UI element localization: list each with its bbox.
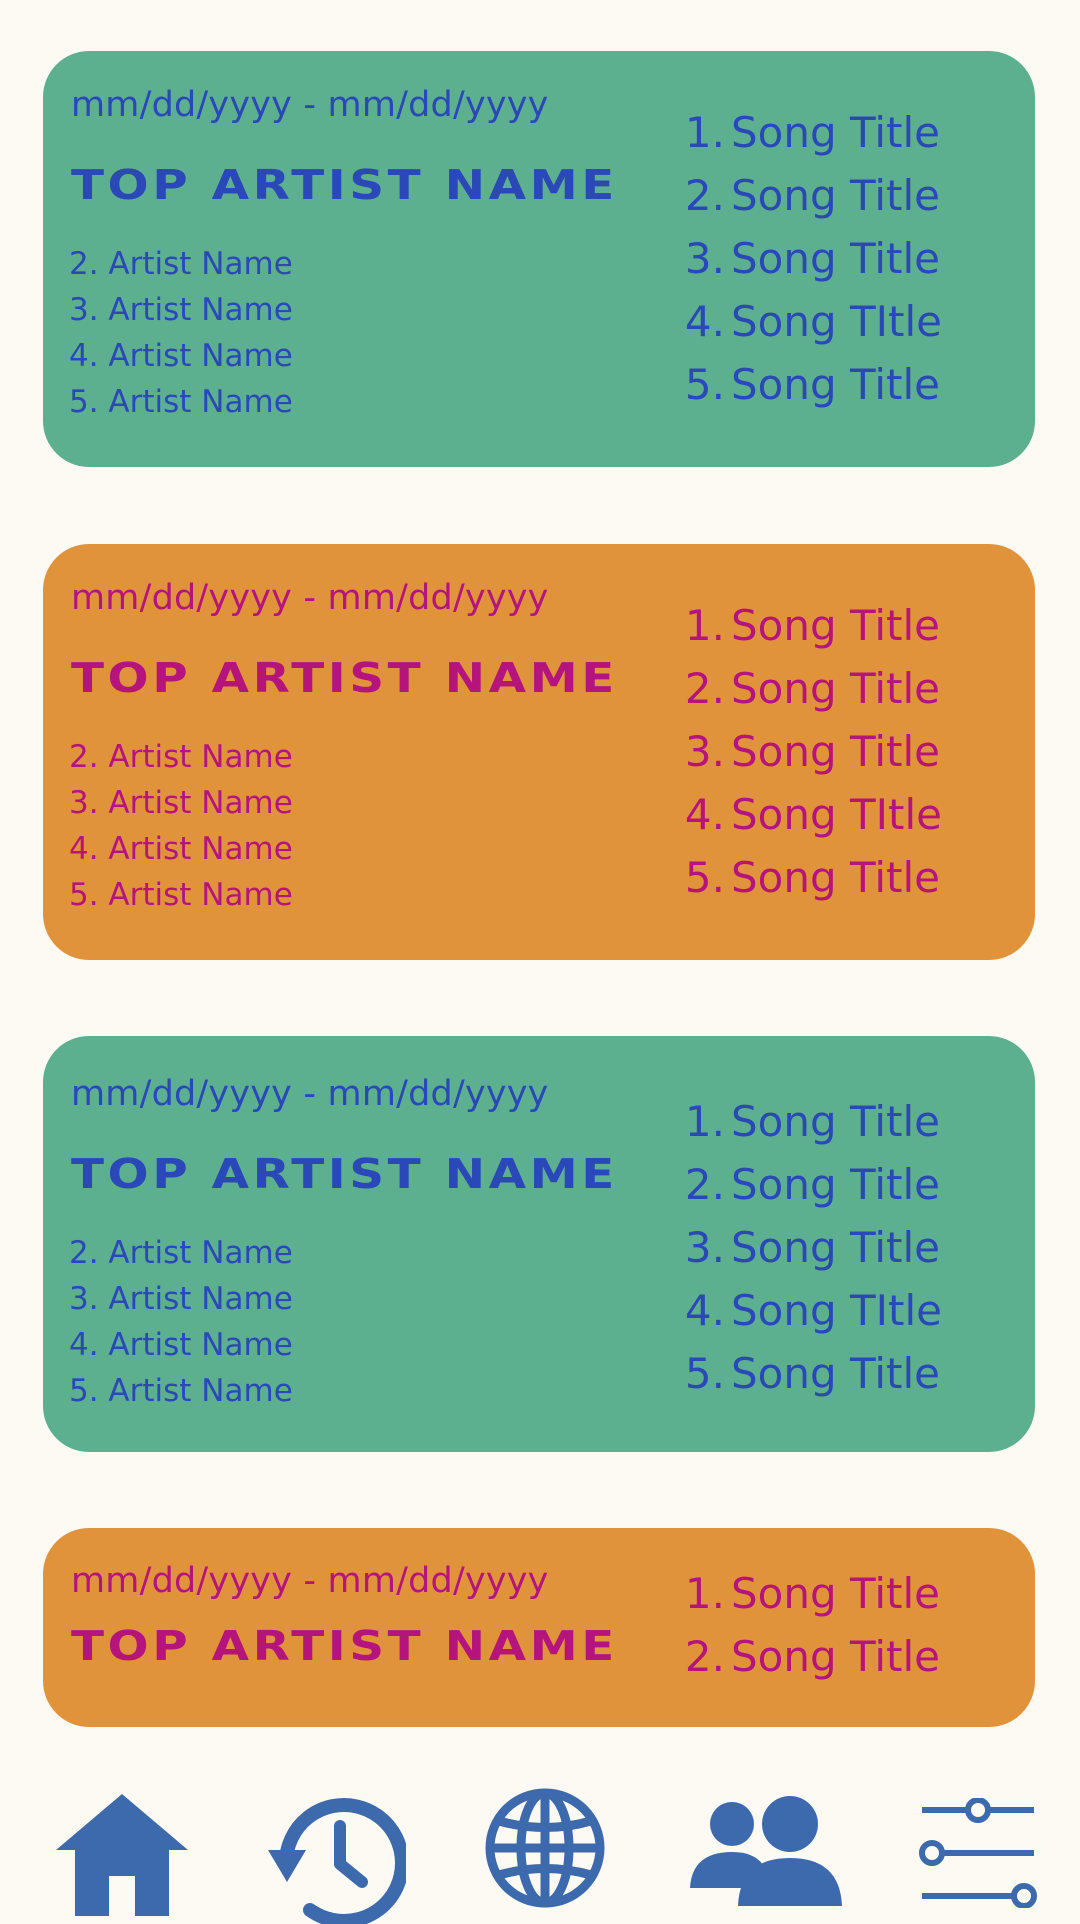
song-title: Song Title — [731, 234, 940, 283]
nav-settings[interactable] — [918, 1798, 1038, 1908]
song-list: 1. Song Title 2. Song Title 3. Song Title 4… — [683, 1090, 942, 1405]
song-item: 2. Song Title — [683, 1153, 942, 1216]
song-item: 5. Song Title — [683, 353, 942, 416]
artist-item: 3. Artist Name — [69, 785, 293, 821]
song-item: 2. Song Title — [683, 164, 942, 227]
artist-item: 2. Artist Name — [69, 246, 293, 282]
settings-sliders-icon — [919, 1798, 1037, 1908]
artist-item: 4. Artist Name — [69, 338, 293, 374]
artist-item: 5. Artist Name — [69, 877, 293, 913]
song-number: 2. — [684, 171, 725, 220]
stats-card-1[interactable]: mm/dd/yyyy - mm/dd/yyyy TOP ARTIST NAME … — [43, 51, 1035, 467]
song-item: 5. Song Title — [683, 846, 942, 909]
song-title: Song TItle — [731, 1286, 943, 1335]
song-number: 3. — [684, 1223, 725, 1272]
date-range: mm/dd/yyyy - mm/dd/yyyy — [71, 1561, 549, 1601]
artist-item: 4. Artist Name — [69, 831, 293, 867]
song-number: 2. — [684, 1160, 725, 1209]
song-item: 2. Song Title — [683, 657, 942, 720]
song-item: 3. Song Title — [683, 720, 942, 783]
nav-history[interactable] — [266, 1792, 406, 1924]
song-title: Song Title — [731, 1223, 940, 1272]
song-number: 4. — [684, 790, 725, 839]
song-list: 1. Song Title 2. Song Title — [683, 1562, 940, 1688]
top-artist-name: TOP ARTIST NAME — [71, 1622, 618, 1670]
artist-item: 2. Artist Name — [69, 739, 293, 775]
artist-item: 4. Artist Name — [69, 1327, 293, 1363]
artist-list: 2. Artist Name 3. Artist Name 4. Artist … — [69, 734, 293, 918]
song-number: 2. — [684, 1632, 725, 1681]
date-range: mm/dd/yyyy - mm/dd/yyyy — [71, 85, 549, 125]
stats-card-3[interactable]: mm/dd/yyyy - mm/dd/yyyy TOP ARTIST NAME … — [43, 1036, 1035, 1452]
song-item: 3. Song Title — [683, 227, 942, 290]
song-item: 1. Song Title — [683, 594, 942, 657]
date-range: mm/dd/yyyy - mm/dd/yyyy — [71, 1074, 549, 1114]
song-number: 1. — [684, 601, 725, 650]
song-title: Song Title — [731, 1160, 940, 1209]
song-number: 5. — [684, 853, 725, 902]
stats-card-4[interactable]: mm/dd/yyyy - mm/dd/yyyy TOP ARTIST NAME … — [43, 1528, 1035, 1727]
song-title: Song Title — [731, 1569, 940, 1618]
song-number: 4. — [684, 297, 725, 346]
artist-list: 2. Artist Name 3. Artist Name 4. Artist … — [69, 1230, 293, 1414]
song-title: Song Title — [731, 1097, 940, 1146]
song-title: Song Title — [731, 108, 940, 157]
artist-item: 2. Artist Name — [69, 1235, 293, 1271]
song-title: Song Title — [731, 1349, 940, 1398]
home-icon — [56, 1794, 188, 1916]
friends-icon — [690, 1796, 842, 1906]
song-number: 1. — [684, 108, 725, 157]
song-item: 1. Song Title — [683, 101, 942, 164]
top-artist-name: TOP ARTIST NAME — [71, 161, 618, 209]
top-artist-name: TOP ARTIST NAME — [71, 654, 618, 702]
nav-friends[interactable] — [688, 1794, 842, 1908]
song-item: 1. Song Title — [683, 1562, 940, 1625]
song-title: Song Title — [731, 1632, 940, 1681]
song-item: 4. Song TItle — [683, 290, 942, 353]
history-icon — [268, 1798, 406, 1924]
song-title: Song Title — [731, 601, 940, 650]
song-title: Song Title — [731, 664, 940, 713]
song-number: 3. — [684, 727, 725, 776]
song-title: Song Title — [731, 360, 940, 409]
song-title: Song Title — [731, 171, 940, 220]
song-item: 1. Song Title — [683, 1090, 942, 1153]
nav-explore[interactable] — [484, 1786, 606, 1910]
song-number: 5. — [684, 360, 725, 409]
song-list: 1. Song Title 2. Song Title 3. Song Title 4… — [683, 101, 942, 416]
artist-item: 3. Artist Name — [69, 292, 293, 328]
stats-card-2[interactable]: mm/dd/yyyy - mm/dd/yyyy TOP ARTIST NAME … — [43, 544, 1035, 960]
globe-icon — [485, 1788, 605, 1908]
song-item: 2. Song Title — [683, 1625, 940, 1688]
bottom-nav — [0, 1770, 1080, 1924]
top-artist-name: TOP ARTIST NAME — [71, 1150, 618, 1198]
song-title: Song TItle — [731, 297, 943, 346]
song-item: 4. Song TItle — [683, 1279, 942, 1342]
song-number: 2. — [684, 664, 725, 713]
song-item: 3. Song Title — [683, 1216, 942, 1279]
date-range: mm/dd/yyyy - mm/dd/yyyy — [71, 578, 549, 618]
song-number: 4. — [684, 1286, 725, 1335]
song-item: 4. Song TItle — [683, 783, 942, 846]
song-number: 3. — [684, 234, 725, 283]
song-number: 1. — [684, 1569, 725, 1618]
song-title: Song TItle — [731, 790, 943, 839]
song-title: Song Title — [731, 727, 940, 776]
song-number: 1. — [684, 1097, 725, 1146]
artist-item: 5. Artist Name — [69, 1373, 293, 1409]
nav-home[interactable] — [52, 1790, 192, 1920]
artist-item: 5. Artist Name — [69, 384, 293, 420]
song-item: 5. Song Title — [683, 1342, 942, 1405]
artist-item: 3. Artist Name — [69, 1281, 293, 1317]
song-list: 1. Song Title 2. Song Title 3. Song Title 4… — [683, 594, 942, 909]
song-number: 5. — [684, 1349, 725, 1398]
song-title: Song Title — [731, 853, 940, 902]
artist-list: 2. Artist Name 3. Artist Name 4. Artist … — [69, 241, 293, 425]
